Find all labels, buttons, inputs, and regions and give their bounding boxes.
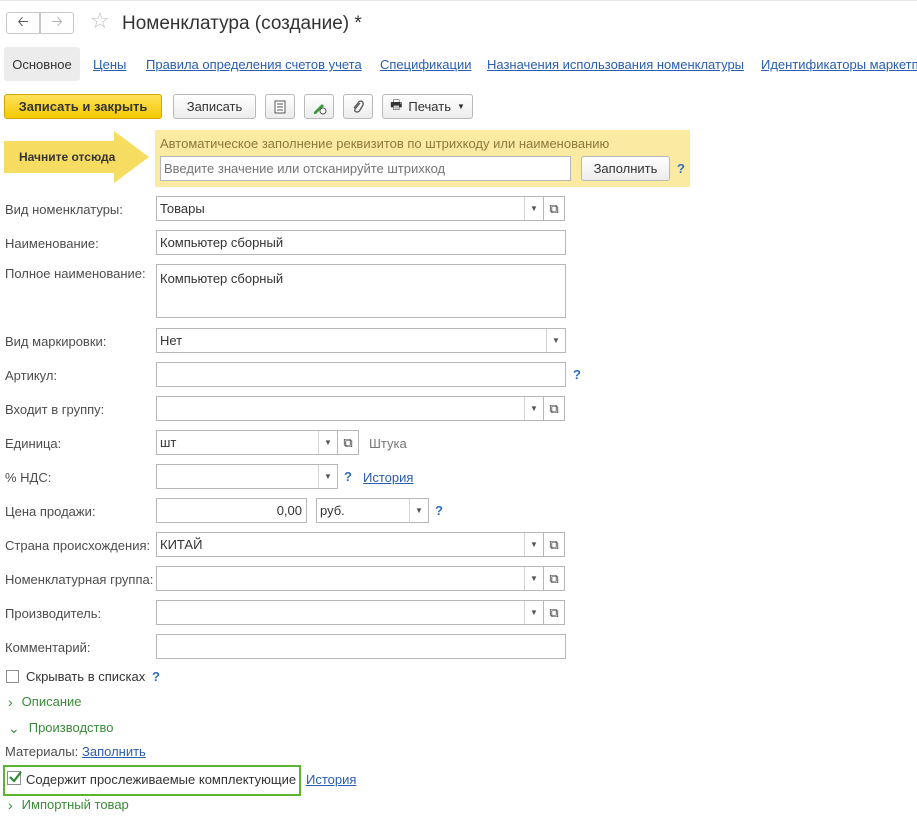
- tab-account-rules[interactable]: Правила определения счетов учета: [146, 57, 362, 72]
- forward-button[interactable]: 🡢: [40, 12, 74, 34]
- price-field[interactable]: 0,00: [156, 498, 307, 523]
- full-name-field[interactable]: Компьютер сборный: [156, 264, 566, 318]
- hide-in-lists-checkbox[interactable]: [6, 670, 19, 683]
- printer-icon: 🖶: [390, 96, 403, 112]
- tab-marketplace-ids[interactable]: Идентификаторы маркетпле: [761, 57, 917, 72]
- materials-fill-link[interactable]: Заполнить: [82, 744, 146, 759]
- dropdown-arrow-icon[interactable]: ▼: [318, 431, 337, 454]
- dropdown-arrow-icon[interactable]: ▼: [318, 465, 337, 488]
- marking-label: Вид маркировки:: [5, 334, 107, 349]
- list-report-button[interactable]: [265, 94, 295, 119]
- chevron-right-icon: ›: [8, 797, 13, 813]
- vat-select[interactable]: ▼: [156, 464, 338, 489]
- hide-in-lists-label: Скрывать в списках: [26, 669, 146, 684]
- dropdown-arrow-icon[interactable]: ▼: [409, 499, 428, 522]
- tab-prices[interactable]: Цены: [93, 57, 126, 72]
- tab-usage-assignments[interactable]: Назначения использования номенклатуры: [487, 57, 744, 72]
- article-help-icon[interactable]: ?: [573, 367, 581, 382]
- dropdown-arrow-icon[interactable]: ▼: [546, 329, 565, 352]
- open-icon[interactable]: ⧉: [544, 532, 565, 557]
- edit-button[interactable]: [304, 94, 334, 119]
- tracked-label: Содержит прослеживаемые комплектующие: [26, 772, 297, 787]
- comment-label: Комментарий:: [5, 640, 91, 655]
- tab-main[interactable]: Основное: [4, 47, 80, 81]
- back-button[interactable]: 🡠: [6, 12, 40, 34]
- fill-button[interactable]: Заполнить: [581, 156, 670, 181]
- open-icon[interactable]: ⧉: [544, 396, 565, 421]
- tab-specifications[interactable]: Спецификации: [380, 57, 472, 72]
- comment-field[interactable]: [156, 634, 566, 659]
- print-button[interactable]: 🖶 Печать ▼: [382, 94, 473, 119]
- dropdown-arrow-icon[interactable]: ▼: [524, 197, 543, 220]
- materials-label: Материалы:: [5, 744, 79, 759]
- currency-select[interactable]: руб. ▼: [316, 498, 429, 523]
- chevron-right-icon: ›: [8, 694, 13, 710]
- country-label: Страна происхождения:: [5, 538, 151, 553]
- favorite-star-icon[interactable]: ☆: [90, 8, 110, 34]
- dropdown-arrow-icon[interactable]: ▼: [524, 533, 543, 556]
- marking-select[interactable]: Нет ▼: [156, 328, 566, 353]
- name-field[interactable]: Компьютер сборный: [156, 230, 566, 255]
- arrow-right-icon: 🡢: [51, 13, 63, 29]
- name-label: Наименование:: [5, 236, 99, 251]
- group-select[interactable]: ▼: [156, 396, 544, 421]
- full-name-label: Полное наименование:: [5, 266, 146, 281]
- start-here-label: Начните отсюда: [19, 150, 116, 164]
- checkmark-icon: [9, 771, 22, 783]
- arrow-left-icon: 🡠: [17, 13, 29, 29]
- open-icon[interactable]: ⧉: [544, 566, 565, 591]
- article-field[interactable]: [156, 362, 566, 387]
- vat-help-icon[interactable]: ?: [344, 469, 352, 484]
- unit-select[interactable]: шт ▼: [156, 430, 338, 455]
- section-description[interactable]: › Описание: [8, 694, 82, 710]
- tracked-checkbox[interactable]: [7, 771, 22, 785]
- dropdown-arrow-icon[interactable]: ▼: [524, 397, 543, 420]
- window-title: Номенклатура (создание) *: [122, 13, 362, 34]
- dropdown-arrow-icon[interactable]: ▼: [524, 601, 543, 624]
- country-select[interactable]: КИТАЙ ▼: [156, 532, 544, 557]
- attach-button[interactable]: [343, 94, 373, 119]
- open-icon[interactable]: ⧉: [338, 430, 359, 455]
- price-label: Цена продажи:: [5, 504, 96, 519]
- autofill-hint: Автоматическое заполнение реквизитов по …: [160, 136, 610, 151]
- chevron-down-icon: ⌄: [8, 720, 20, 736]
- kind-select[interactable]: Товары ▼: [156, 196, 544, 221]
- article-label: Артикул:: [5, 368, 58, 383]
- chevron-down-icon: ▼: [456, 102, 465, 111]
- nomen-group-select[interactable]: ▼: [156, 566, 544, 591]
- group-label: Входит в группу:: [5, 402, 105, 417]
- vat-label: % НДС:: [5, 470, 52, 485]
- manufacturer-label: Производитель:: [5, 606, 102, 621]
- open-icon[interactable]: ⧉: [544, 600, 565, 625]
- barcode-search-input[interactable]: [160, 156, 571, 181]
- vat-history-link[interactable]: История: [363, 470, 413, 485]
- section-import[interactable]: › Импортный товар: [8, 797, 129, 813]
- manufacturer-select[interactable]: ▼: [156, 600, 544, 625]
- price-help-icon[interactable]: ?: [435, 503, 443, 518]
- kind-label: Вид номенклатуры:: [5, 202, 123, 217]
- unit-description: Штука: [369, 436, 407, 451]
- autofill-help-icon[interactable]: ?: [677, 161, 685, 176]
- paperclip-icon: [353, 99, 364, 113]
- pencil-icon: [314, 103, 327, 114]
- document-list-icon: [274, 100, 286, 113]
- open-icon[interactable]: ⧉: [544, 196, 565, 221]
- nomen-group-label: Номенклатурная группа:: [5, 572, 154, 587]
- save-and-close-button[interactable]: Записать и закрыть: [4, 94, 162, 119]
- section-production[interactable]: ⌄ Производство: [8, 720, 114, 737]
- unit-label: Единица:: [5, 436, 62, 451]
- hide-help-icon[interactable]: ?: [152, 669, 160, 684]
- save-button[interactable]: Записать: [173, 94, 256, 119]
- tracked-history-link[interactable]: История: [306, 772, 356, 787]
- dropdown-arrow-icon[interactable]: ▼: [524, 567, 543, 590]
- start-here-arrow: Начните отсюда: [4, 131, 149, 186]
